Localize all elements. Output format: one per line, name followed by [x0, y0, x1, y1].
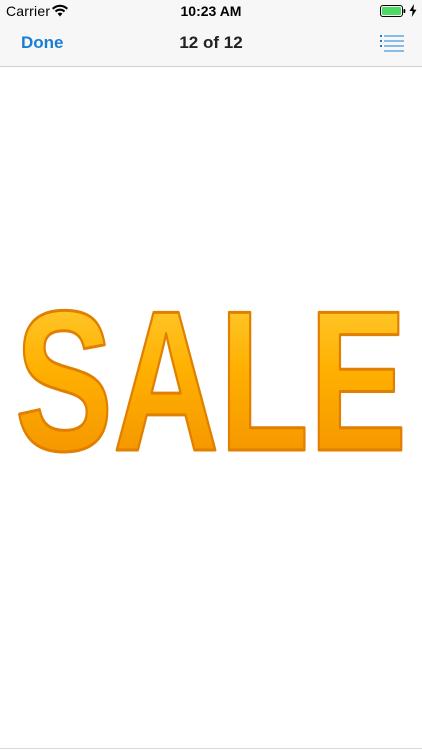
charging-bolt-icon	[409, 4, 417, 17]
navigation-bar: Done 12 of 12	[0, 22, 422, 67]
battery-icon	[380, 5, 406, 17]
screen: Carrier 10:23 AM Done 12 of 12 SALE	[0, 0, 422, 750]
list-icon[interactable]	[380, 34, 404, 52]
bottom-divider	[0, 748, 422, 749]
status-time: 10:23 AM	[180, 3, 242, 19]
page-counter-title: 12 of 12	[179, 33, 243, 52]
status-bar: Carrier 10:23 AM	[0, 0, 422, 22]
sale-image: SALE	[14, 287, 409, 459]
page-content: SALE	[0, 67, 422, 748]
sale-text: SALE	[15, 287, 407, 459]
